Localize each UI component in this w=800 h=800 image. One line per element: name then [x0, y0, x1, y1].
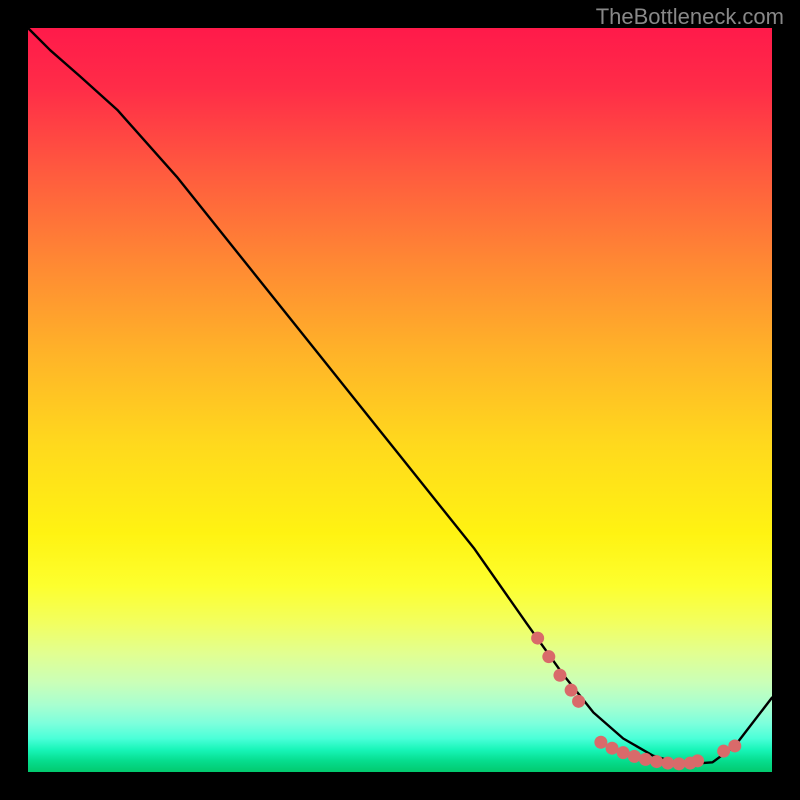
curve-markers: [531, 632, 741, 771]
curve-marker: [639, 753, 652, 766]
bottleneck-curve: [28, 28, 772, 765]
curve-marker: [661, 757, 674, 770]
plot-area: [28, 28, 772, 772]
curve-marker: [542, 650, 555, 663]
curve-marker: [553, 669, 566, 682]
curve-marker: [650, 755, 663, 768]
curve-marker: [628, 750, 641, 763]
curve-marker: [691, 754, 704, 767]
curve-marker: [717, 745, 730, 758]
curve-marker: [565, 684, 578, 697]
curve-marker: [606, 742, 619, 755]
curve-marker: [617, 746, 630, 759]
curve-marker: [728, 739, 741, 752]
chart-svg: [28, 28, 772, 772]
curve-marker: [531, 632, 544, 645]
attribution-text: TheBottleneck.com: [596, 4, 784, 30]
curve-marker: [594, 736, 607, 749]
curve-marker: [572, 695, 585, 708]
curve-marker: [673, 757, 686, 770]
